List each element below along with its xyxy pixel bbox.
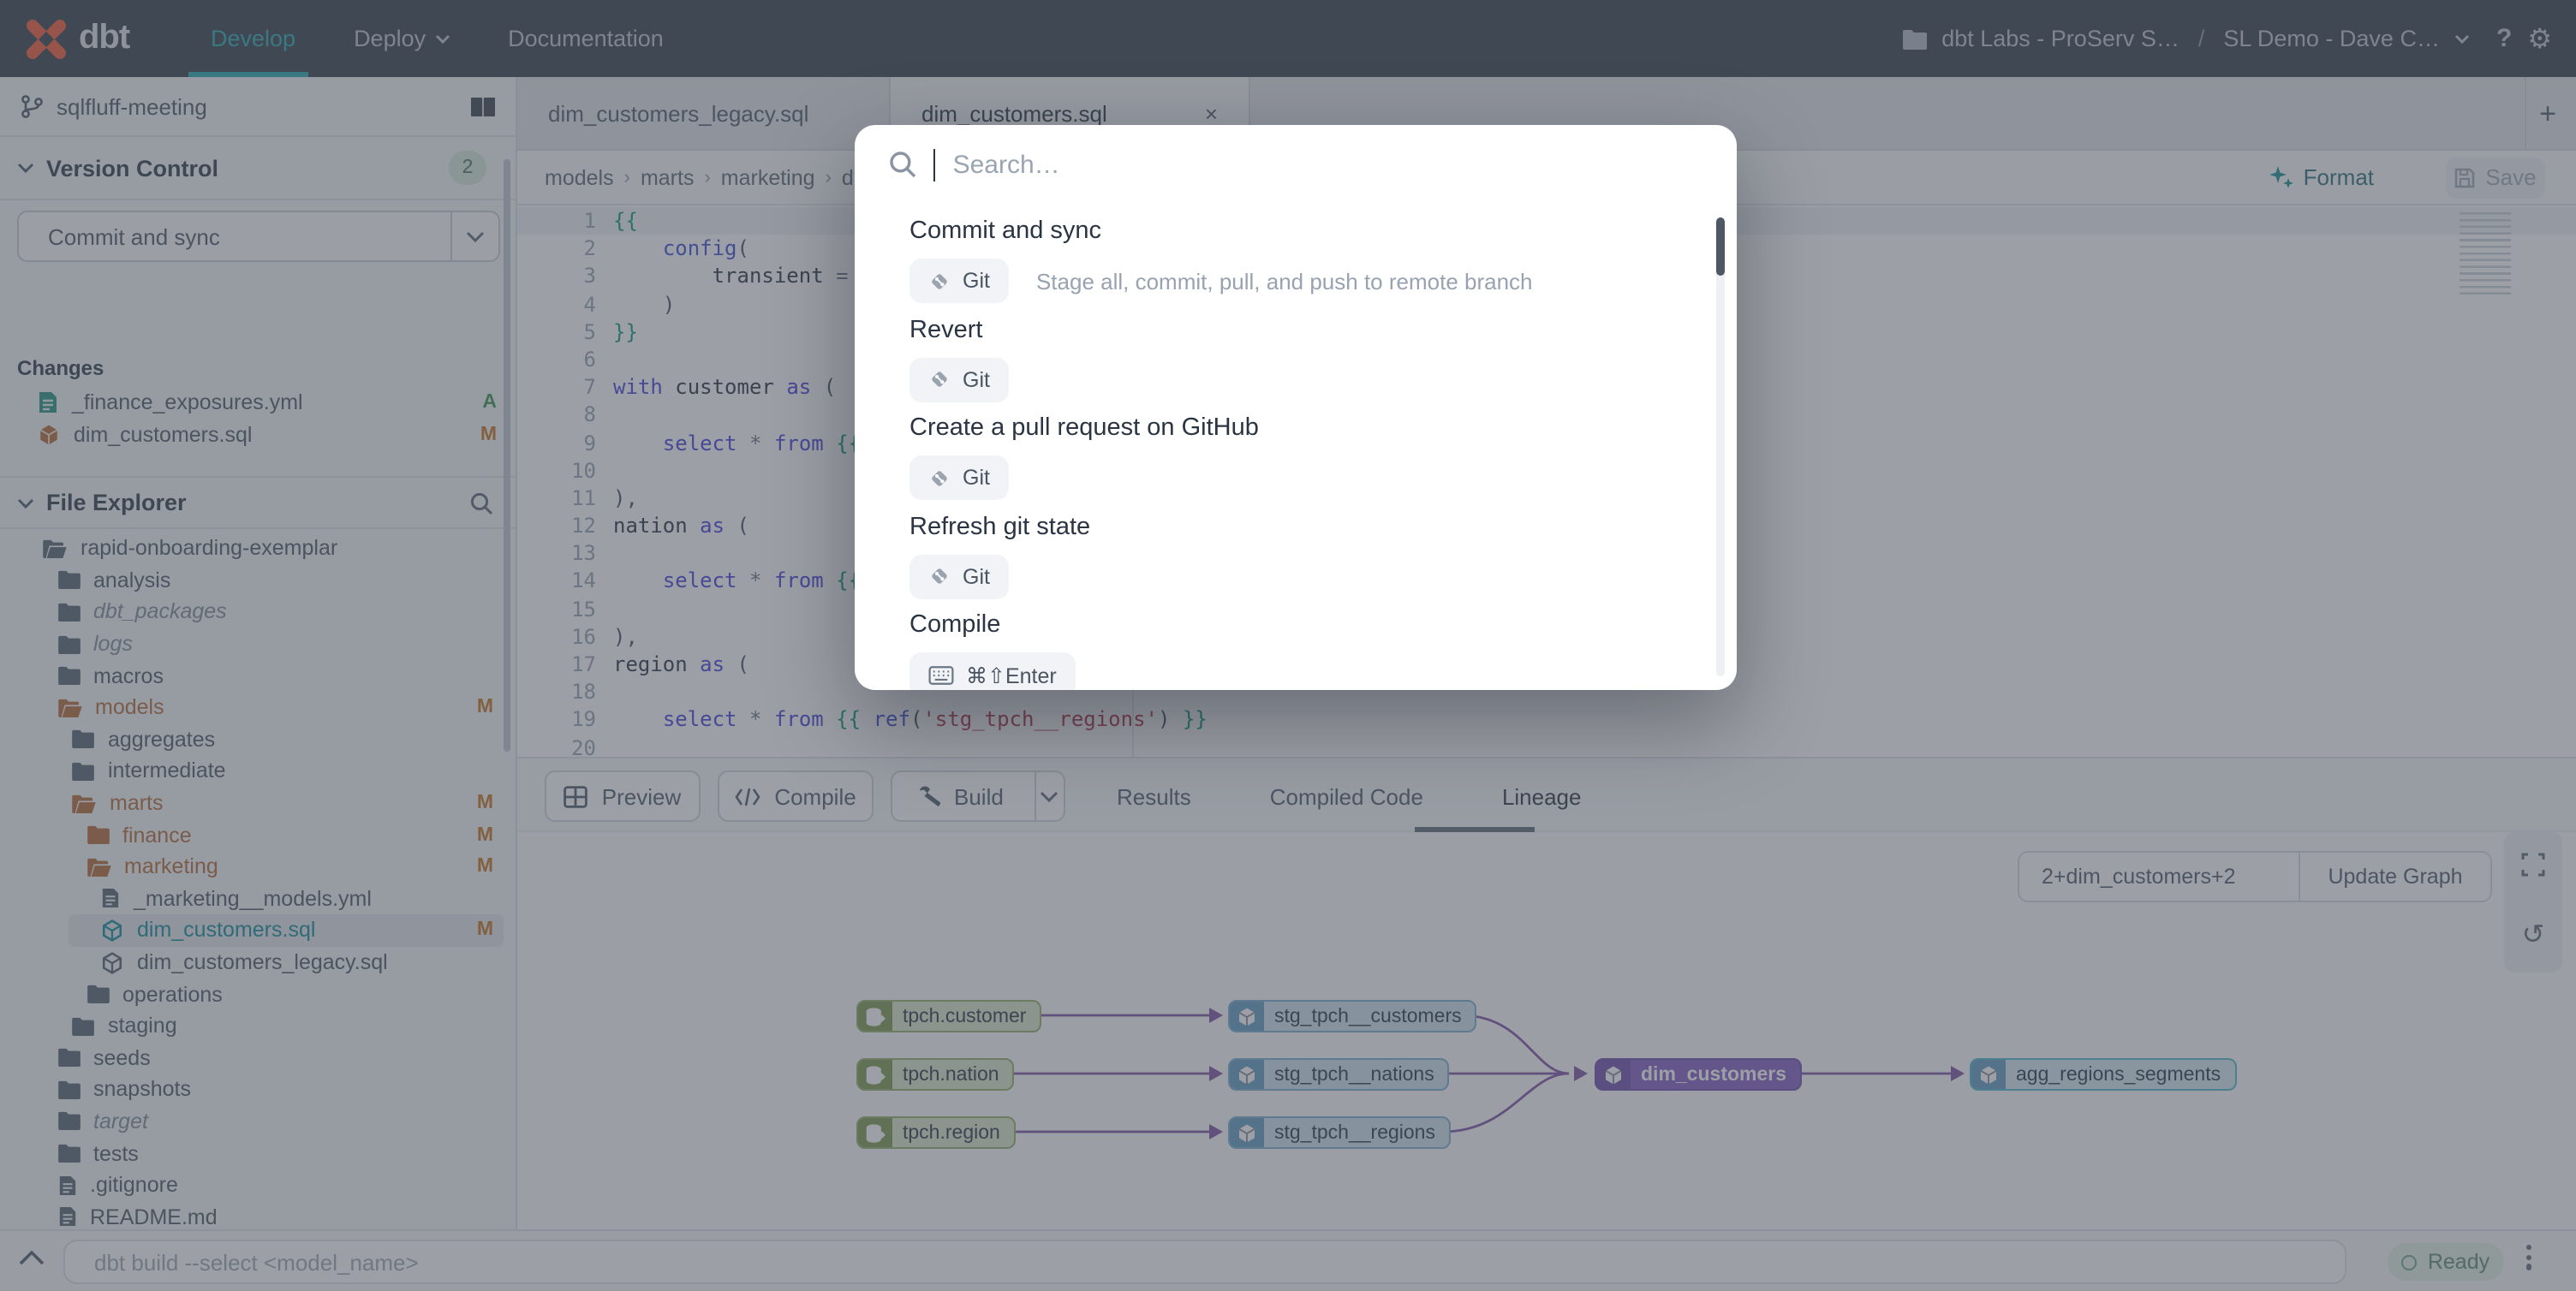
command-description: Stage all, commit, pull, and push to rem…: [1036, 268, 1533, 294]
palette-search-row[interactable]: Search…: [855, 125, 1737, 204]
git-badge: Git: [909, 259, 1009, 303]
command-title: Commit and sync: [909, 217, 1533, 245]
git-icon: [928, 565, 951, 587]
command-title: Refresh git state: [909, 513, 1090, 540]
palette-scrollbar-track[interactable]: [1716, 217, 1725, 676]
command-palette: Search… Commit and sync Git Stage all, com…: [855, 125, 1737, 690]
command-title: Revert: [909, 316, 1009, 343]
palette-search-placeholder: Search…: [953, 150, 1060, 179]
command-title: Create a pull request on GitHub: [909, 414, 1259, 442]
palette-scrollbar-thumb[interactable]: [1716, 217, 1725, 276]
text-caret: [933, 148, 936, 181]
command-item-revert[interactable]: Revert Git: [909, 316, 1009, 402]
git-badge: Git: [909, 357, 1009, 402]
command-item-create-a-pull-request-on-github[interactable]: Create a pull request on GitHub Git: [909, 414, 1259, 500]
keyboard-icon: [928, 665, 954, 684]
command-item-refresh-git-state[interactable]: Refresh git state Git: [909, 513, 1090, 598]
command-title: Compile: [909, 611, 1076, 639]
keyboard-shortcut-badge: ⌘⇧Enter: [909, 652, 1076, 690]
git-icon: [928, 270, 951, 292]
command-item-commit-and-sync[interactable]: Commit and sync Git Stage all, commit, pul…: [909, 217, 1533, 303]
git-icon: [928, 368, 951, 390]
command-item-compile[interactable]: Compile ⌘⇧Enter: [909, 611, 1076, 690]
git-badge: Git: [909, 554, 1009, 598]
search-icon: [889, 151, 916, 178]
dbt-cloud-ide: dbt Develop Deploy Documentation dbt Lab…: [0, 0, 2576, 1291]
git-icon: [928, 467, 951, 489]
git-badge: Git: [909, 455, 1009, 500]
command-list: Commit and sync Git Stage all, commit, pul…: [855, 217, 1737, 690]
